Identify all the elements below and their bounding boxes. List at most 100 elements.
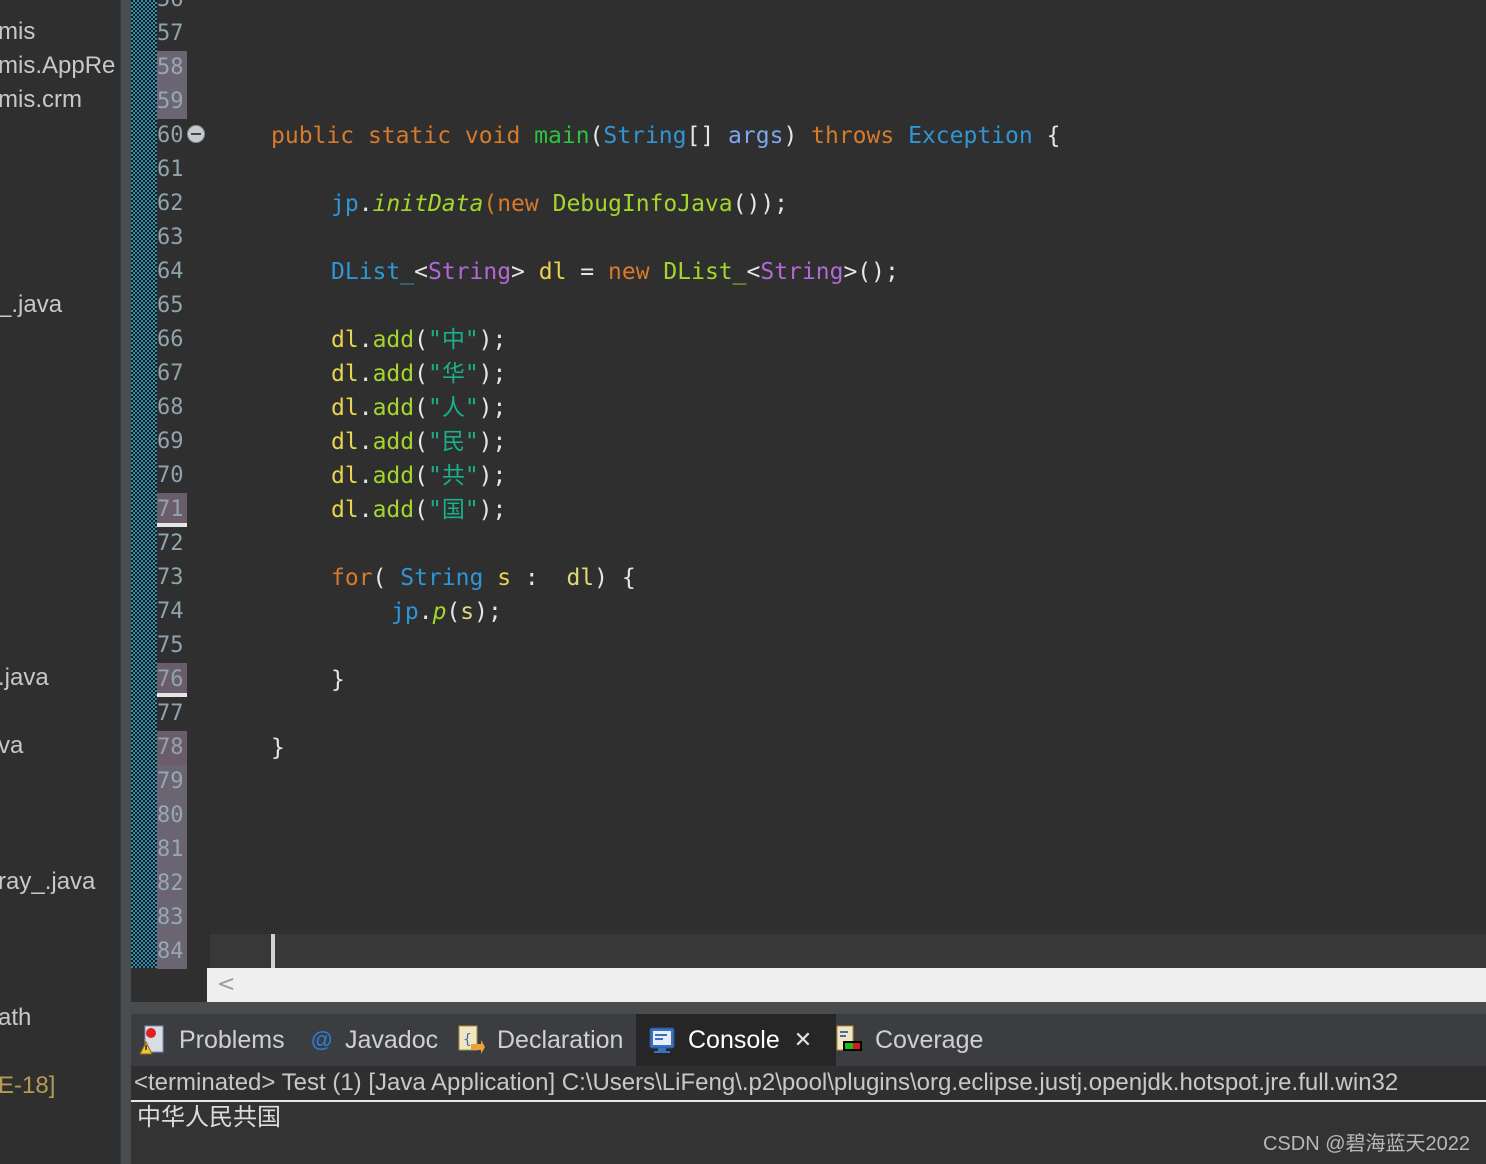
tab-label: Problems — [179, 1025, 285, 1054]
coverage-icon — [835, 1024, 863, 1056]
line-number: 79 — [157, 765, 187, 799]
method-call: add — [372, 327, 415, 353]
field: jp — [331, 191, 359, 217]
method-call: add — [372, 463, 415, 489]
static-method-call: p — [432, 599, 447, 625]
parameter: args — [728, 123, 784, 149]
code-line-60: public static void main(String[] args) t… — [271, 119, 1060, 153]
editor-border — [131, 1002, 1486, 1014]
line-number: 62 — [157, 191, 184, 216]
explorer-item[interactable]: .java — [0, 664, 49, 692]
punctuation: ) { — [594, 565, 636, 591]
keyword: static — [367, 123, 452, 149]
explorer-item[interactable]: mis.crm — [0, 86, 82, 114]
text-caret — [271, 934, 275, 968]
variable: dl — [331, 463, 359, 489]
line-number: 70 — [157, 463, 184, 488]
tab-label: Console — [688, 1025, 780, 1054]
keyword: throws — [811, 123, 895, 149]
line-number: 80 — [157, 799, 187, 833]
punctuation: = — [566, 259, 608, 285]
line-number: 63 — [157, 225, 184, 250]
line-number: 56 — [157, 0, 187, 17]
explorer-item[interactable]: mis.AppRe — [0, 52, 115, 80]
code-line-73: for( String s : dl) { — [331, 561, 636, 595]
tab-declaration[interactable]: { Declaration — [457, 1014, 623, 1066]
line-number: 69 — [157, 429, 184, 454]
type-name: DList_ — [331, 259, 415, 285]
keyword: void — [464, 123, 521, 149]
keyword: new — [497, 191, 539, 217]
tab-javadoc[interactable]: @ Javadoc — [311, 1014, 438, 1066]
variable: dl — [331, 497, 359, 523]
string-literal: "华" — [427, 361, 479, 387]
horizontal-scrollbar[interactable]: < — [207, 968, 1486, 1002]
keyword: for — [331, 565, 373, 591]
punctuation: ()); — [732, 191, 789, 217]
generic-type: String — [427, 259, 512, 285]
explorer-item[interactable]: mis — [0, 18, 35, 46]
code-line-69: dl.add("民"); — [331, 429, 507, 455]
type-name: String — [400, 565, 484, 591]
line-number: 66 — [157, 327, 184, 352]
line-number: 81 — [157, 833, 187, 867]
variable: dl — [331, 395, 359, 421]
type-name: String — [603, 123, 687, 149]
string-literal: "中" — [427, 327, 479, 353]
punctuation: ( — [589, 123, 604, 149]
close-icon[interactable]: ✕ — [794, 1027, 812, 1053]
line-number: 84 — [157, 935, 187, 969]
javadoc-icon: @ — [311, 1027, 333, 1052]
declaration-icon: { — [457, 1024, 485, 1056]
punctuation: > — [511, 259, 539, 285]
line-number: 73 — [157, 565, 184, 590]
explorer-item[interactable]: ray_.java — [0, 868, 95, 896]
console-process-label: <terminated> Test (1) [Java Application]… — [131, 1066, 1486, 1102]
watermark: CSDN @碧海蓝天2022 — [1262, 1133, 1470, 1155]
punctuation: [] — [686, 123, 729, 149]
line-number: 57 — [157, 21, 184, 46]
punctuation: . — [418, 599, 433, 625]
method-call: add — [372, 361, 415, 387]
scroll-left-arrow-icon[interactable]: < — [217, 972, 235, 997]
method-call: add — [372, 395, 415, 421]
string-literal: "民" — [427, 429, 479, 455]
field: jp — [391, 599, 419, 625]
keyword: public — [271, 123, 355, 149]
package-explorer: mis mis.AppRe mis.crm _.java .java va ra… — [0, 0, 120, 1164]
code-line-64: DList_<String> dl = new DList_<String>()… — [331, 255, 899, 289]
variable: dl — [331, 327, 359, 353]
line-number: 60 — [157, 123, 184, 148]
fold-collapse-icon[interactable] — [187, 125, 205, 143]
generic-type: String — [760, 259, 844, 285]
static-method-call: initData — [372, 191, 484, 217]
console-icon — [648, 1024, 676, 1056]
line-number: 72 — [157, 531, 184, 556]
tab-console[interactable]: Console ✕ — [636, 1014, 836, 1066]
code-line-67: dl.add("华"); — [331, 361, 507, 387]
tab-problems[interactable]: Problems — [139, 1014, 285, 1066]
explorer-item[interactable]: ath — [0, 1004, 31, 1032]
keyword: new — [608, 259, 650, 285]
explorer-item[interactable]: _.java — [0, 291, 62, 319]
punctuation: ( — [372, 565, 401, 591]
class-name: DebugInfoJava — [552, 191, 733, 217]
code-line-70: dl.add("共"); — [331, 463, 507, 489]
method-name: main — [534, 123, 590, 149]
code-line-71: dl.add("国"); — [331, 497, 507, 523]
explorer-item[interactable]: va — [0, 732, 23, 760]
tab-coverage[interactable]: Coverage — [835, 1014, 983, 1066]
problems-icon — [139, 1024, 167, 1056]
code-line-78: } — [271, 735, 285, 761]
class-name: DList_ — [663, 259, 747, 285]
line-number: 77 — [157, 701, 184, 726]
punctuation: ); — [474, 599, 502, 625]
line-number: 83 — [157, 901, 187, 935]
line-number: 78 — [157, 731, 187, 765]
code-line-62: jp.initData(new DebugInfoJava()); — [331, 187, 788, 221]
punctuation: : — [511, 565, 567, 591]
line-number: 59 — [157, 85, 187, 119]
explorer-item-jre[interactable]: E-18] — [0, 1072, 55, 1100]
annotation-ruler — [131, 0, 157, 968]
view-splitter[interactable] — [120, 0, 131, 1164]
